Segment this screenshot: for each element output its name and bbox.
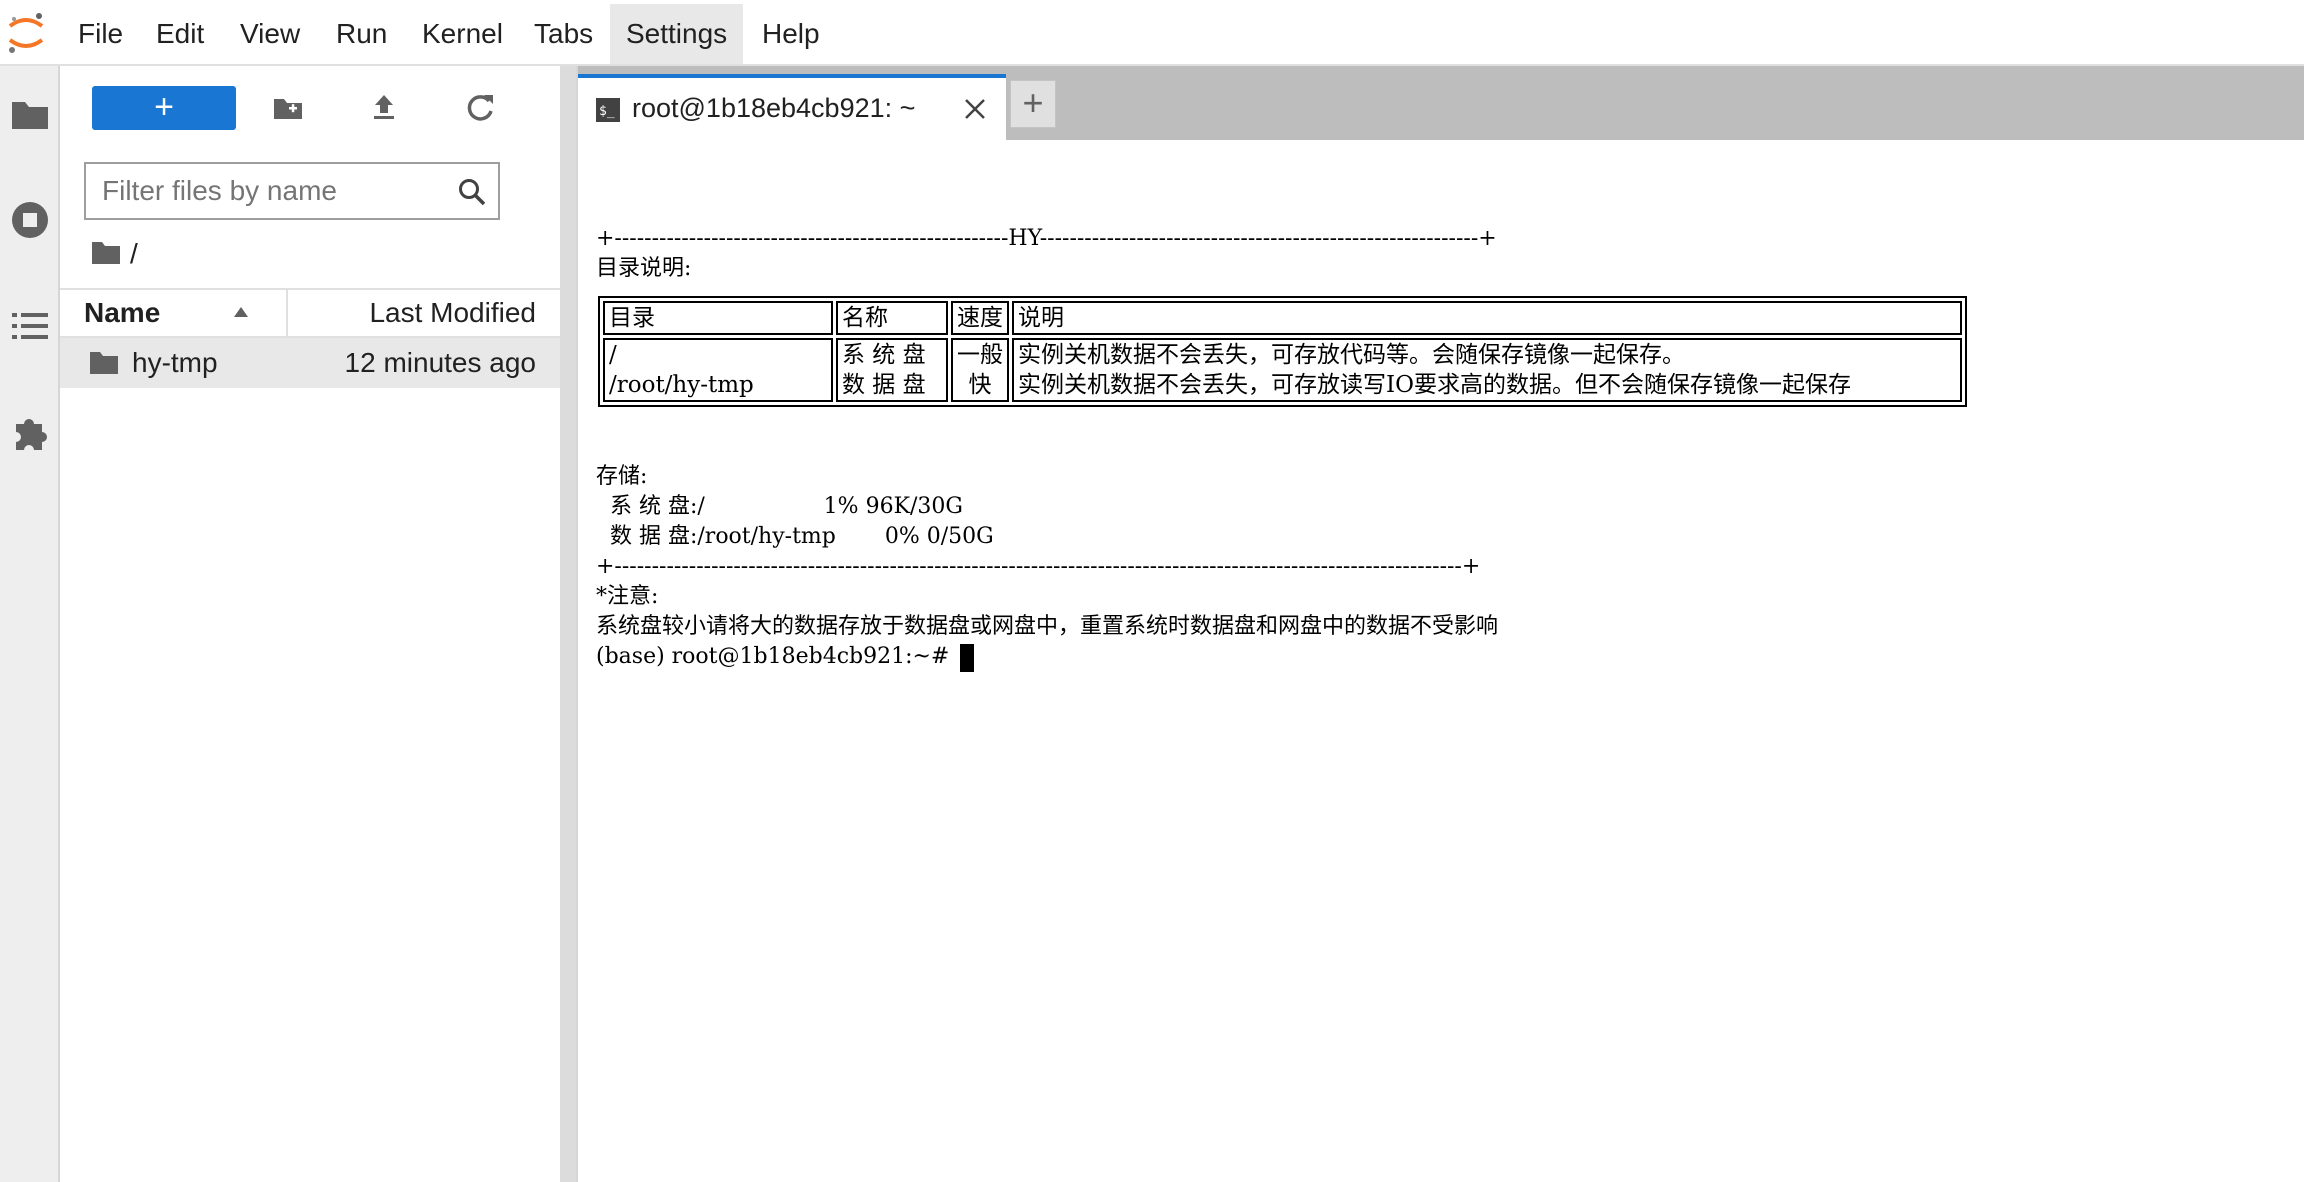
add-tab-label: + bbox=[1022, 82, 1044, 123]
search-icon[interactable] bbox=[456, 176, 488, 208]
terminal-note-heading: *注意: bbox=[596, 584, 659, 609]
menu-settings[interactable]: Settings bbox=[610, 4, 744, 64]
column-divider[interactable] bbox=[286, 290, 288, 336]
close-icon[interactable] bbox=[962, 96, 988, 122]
terminal-icon: $_ bbox=[596, 98, 620, 122]
folder-icon bbox=[90, 352, 118, 374]
new-folder-icon[interactable] bbox=[266, 86, 310, 130]
add-tab-button[interactable]: + bbox=[1010, 80, 1056, 128]
filter-files-input[interactable] bbox=[100, 172, 440, 210]
terminal-storage-line: 系 统 盘:/ 1% 96K/30G bbox=[596, 494, 963, 519]
table-cell: 系 统 盘数 据 盘 bbox=[836, 338, 948, 402]
terminal-border-top: +---------------------------------------… bbox=[596, 226, 1497, 251]
menu-kernel[interactable]: Kernel bbox=[406, 4, 519, 64]
breadcrumb-root[interactable]: / bbox=[130, 234, 138, 274]
menu-file[interactable]: File bbox=[62, 4, 139, 64]
file-name: hy-tmp bbox=[132, 347, 218, 378]
column-header-last-modified[interactable]: Last Modified bbox=[369, 290, 536, 336]
table-cell: //root/hy-tmp bbox=[603, 338, 833, 402]
new-launcher-button[interactable]: + bbox=[92, 86, 236, 130]
terminal-storage-line: 数 据 盘:/root/hy-tmp 0% 0/50G bbox=[596, 524, 994, 549]
table-cell: 一般快 bbox=[951, 338, 1009, 402]
table-row: //root/hy-tmp 系 统 盘数 据 盘 一般快 实例关机数据不会丢失，… bbox=[603, 338, 1962, 402]
terminal-border-bottom: +---------------------------------------… bbox=[596, 554, 1481, 579]
table-header-row: 目录 名称 速度 说明 bbox=[603, 301, 1962, 335]
tab-bar: $_ root@1b18eb4cb921: ~ + bbox=[578, 66, 2304, 140]
terminal-cursor bbox=[960, 644, 974, 672]
panel-splitter[interactable] bbox=[560, 66, 576, 1182]
table-header-cell: 说明 bbox=[1012, 301, 1962, 335]
svg-text:$_: $_ bbox=[599, 104, 615, 119]
table-cell: 实例关机数据不会丢失，可存放代码等。会随保存镜像一起保存。 实例关机数据不会丢失，… bbox=[1012, 338, 1962, 402]
table-header-cell: 速度 bbox=[951, 301, 1009, 335]
extension-puzzle-icon[interactable] bbox=[8, 410, 52, 454]
table-header-cell: 目录 bbox=[603, 301, 833, 335]
terminal-note-text: 系统盘较小请将大的数据存放于数据盘或网盘中，重置系统时数据盘和网盘中的数据不受影… bbox=[596, 614, 1499, 639]
folder-icon[interactable] bbox=[90, 238, 122, 266]
file-last-modified: 12 minutes ago bbox=[344, 347, 536, 378]
tab-terminal-label: root@1b18eb4cb921: ~ bbox=[632, 93, 916, 123]
tab-terminal[interactable]: $_ root@1b18eb4cb921: ~ bbox=[578, 74, 1006, 140]
terminal-storage-heading: 存储: bbox=[596, 464, 648, 489]
column-header-name[interactable]: Name bbox=[84, 290, 160, 336]
filter-box bbox=[84, 162, 500, 220]
menu-edit[interactable]: Edit bbox=[140, 4, 220, 64]
menu-view[interactable]: View bbox=[224, 4, 316, 64]
menu-bar: File Edit View Run Kernel Tabs Settings … bbox=[0, 0, 2304, 66]
menu-run[interactable]: Run bbox=[320, 4, 403, 64]
file-browser-panel: + / Name Last Modified bbox=[60, 66, 560, 1182]
directory-table: 目录 名称 速度 说明 //root/hy-tmp 系 统 盘数 据 盘 一般快… bbox=[598, 296, 1967, 407]
jupyter-logo-icon bbox=[8, 13, 44, 53]
main-dock-area: $_ root@1b18eb4cb921: ~ + +-------------… bbox=[576, 66, 2304, 1182]
upload-icon[interactable] bbox=[362, 86, 406, 130]
table-of-contents-icon[interactable] bbox=[8, 304, 52, 348]
menu-tabs[interactable]: Tabs bbox=[518, 4, 609, 64]
refresh-icon[interactable] bbox=[458, 86, 502, 130]
table-header-cell: 名称 bbox=[836, 301, 948, 335]
new-launcher-label: + bbox=[154, 88, 174, 126]
terminal-output[interactable]: +---------------------------------------… bbox=[596, 162, 2296, 1162]
menu-help[interactable]: Help bbox=[746, 4, 836, 64]
file-row[interactable]: hy-tmp 12 minutes ago bbox=[60, 338, 560, 388]
terminal-dir-heading: 目录说明: bbox=[596, 256, 692, 281]
sort-ascending-icon[interactable] bbox=[232, 305, 250, 319]
left-activity-bar bbox=[0, 66, 60, 1182]
terminal-prompt: (base) root@1b18eb4cb921:~# bbox=[596, 644, 957, 669]
folder-icon[interactable] bbox=[8, 92, 52, 136]
running-stop-icon[interactable] bbox=[8, 198, 52, 242]
listing-header: Name Last Modified bbox=[60, 288, 560, 338]
